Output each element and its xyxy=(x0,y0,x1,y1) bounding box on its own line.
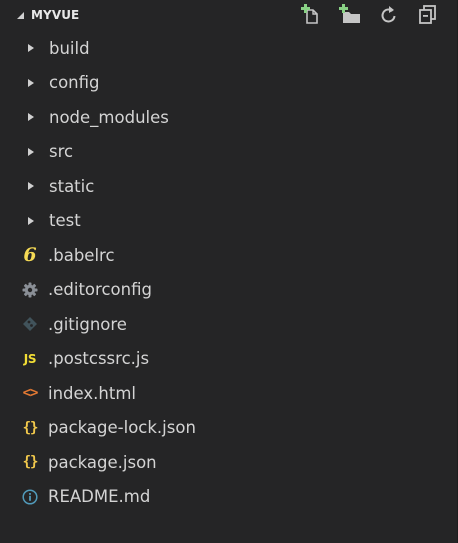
file-tree: build config node_modules src static tes… xyxy=(0,31,457,514)
tree-item-label: static xyxy=(49,176,95,196)
tree-folder-build[interactable]: build xyxy=(0,31,457,66)
tree-folder-test[interactable]: test xyxy=(0,204,457,239)
tree-item-label: build xyxy=(49,38,90,58)
tree-item-label: .editorconfig xyxy=(48,280,152,300)
javascript-icon: JS xyxy=(23,351,37,366)
explorer-panel: MYVUE build config node_modules src stat… xyxy=(0,0,458,543)
new-file-icon xyxy=(301,4,318,24)
new-folder-button[interactable] xyxy=(335,2,365,28)
refresh-button[interactable] xyxy=(374,2,404,28)
chevron-right-icon xyxy=(25,73,37,93)
workspace-title: MYVUE xyxy=(31,8,80,22)
tree-item-label: src xyxy=(49,142,74,162)
tree-item-label: README.md xyxy=(48,487,151,507)
chevron-right-icon xyxy=(25,211,37,231)
chevron-down-icon[interactable] xyxy=(14,11,26,20)
collapse-all-button[interactable] xyxy=(413,2,443,28)
collapse-all-icon xyxy=(419,5,436,24)
tree-item-label: .babelrc xyxy=(48,245,115,265)
tree-file-postcssrc[interactable]: JS .postcssrc.js xyxy=(0,342,457,377)
babel-icon: 6 xyxy=(23,243,37,266)
tree-folder-static[interactable]: static xyxy=(0,169,457,204)
tree-file-index-html[interactable]: <> index.html xyxy=(0,376,457,411)
info-icon xyxy=(22,487,38,507)
new-folder-icon xyxy=(339,4,360,23)
json-icon: {} xyxy=(22,454,39,471)
tree-file-editorconfig[interactable]: .editorconfig xyxy=(0,273,457,308)
tree-file-babelrc[interactable]: 6 .babelrc xyxy=(0,238,457,273)
tree-item-label: package-lock.json xyxy=(48,418,196,438)
tree-file-gitignore[interactable]: .gitignore xyxy=(0,307,457,342)
tree-file-package-lock-json[interactable]: {} package-lock.json xyxy=(0,411,457,446)
explorer-section-header[interactable]: MYVUE xyxy=(0,0,457,30)
chevron-right-icon xyxy=(25,107,37,127)
new-file-button[interactable] xyxy=(296,2,326,28)
tree-folder-node-modules[interactable]: node_modules xyxy=(0,100,457,135)
gear-icon xyxy=(22,280,38,300)
git-icon xyxy=(22,314,38,334)
explorer-actions xyxy=(287,0,443,30)
tree-folder-src[interactable]: src xyxy=(0,135,457,170)
tree-file-package-json[interactable]: {} package.json xyxy=(0,445,457,480)
chevron-right-icon xyxy=(25,176,37,196)
tree-item-label: node_modules xyxy=(49,107,169,127)
tree-item-label: package.json xyxy=(48,452,157,472)
tree-item-label: .gitignore xyxy=(48,314,127,334)
tree-item-label: config xyxy=(49,73,100,93)
refresh-icon xyxy=(381,6,396,23)
chevron-right-icon xyxy=(25,142,37,162)
json-icon: {} xyxy=(22,419,39,436)
chevron-right-icon xyxy=(25,38,37,58)
html-icon: <> xyxy=(22,385,39,402)
tree-item-label: index.html xyxy=(48,383,136,403)
tree-file-readme[interactable]: README.md xyxy=(0,480,457,515)
tree-item-label: test xyxy=(49,211,81,231)
tree-folder-config[interactable]: config xyxy=(0,66,457,101)
tree-item-label: .postcssrc.js xyxy=(48,349,150,369)
